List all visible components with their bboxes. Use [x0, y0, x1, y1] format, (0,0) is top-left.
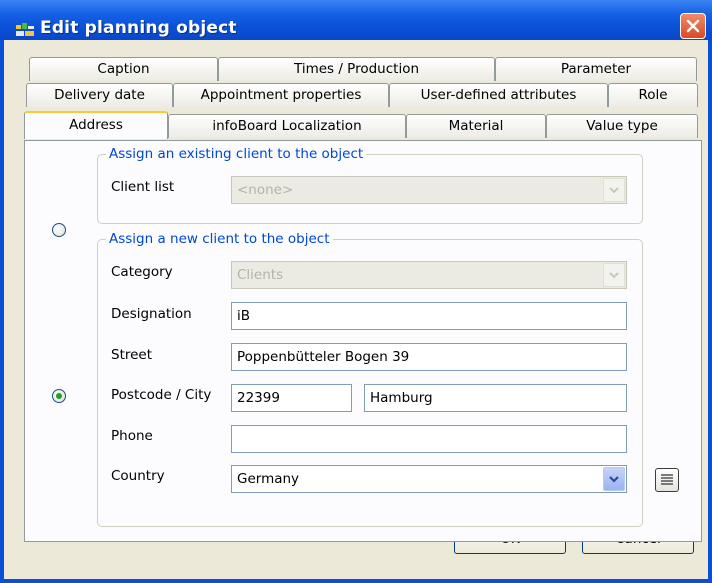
client-list-label: Client list [111, 179, 175, 195]
tab-value-type[interactable]: Value type [546, 114, 698, 138]
existing-client-radio[interactable] [52, 223, 66, 237]
tab-material[interactable]: Material [406, 114, 546, 138]
dialog-window: Edit planning object Caption Times / Pro… [0, 0, 712, 583]
country-dropdown-button[interactable] [603, 467, 625, 491]
phone-label: Phone [111, 428, 153, 444]
phone-field[interactable] [231, 425, 627, 453]
tab-times-production[interactable]: Times / Production [218, 57, 495, 81]
tab-address[interactable]: Address [24, 111, 168, 139]
chevron-down-icon [609, 272, 619, 279]
tab-infoboard-localization[interactable]: infoBoard Localization [168, 114, 406, 138]
country-label: Country [111, 468, 165, 484]
category-dropdown[interactable]: Clients [231, 261, 627, 289]
list-icon [661, 474, 673, 485]
category-label: Category [111, 264, 173, 280]
country-dropdown[interactable]: Germany [231, 465, 627, 493]
new-client-radio[interactable] [52, 389, 66, 403]
tab-appointment-properties[interactable]: Appointment properties [173, 83, 389, 107]
street-field[interactable]: Poppenbütteler Bogen 39 [231, 343, 627, 371]
client-list-dropdown[interactable]: <none> [231, 176, 627, 204]
title-bar[interactable]: Edit planning object [0, 0, 712, 40]
new-client-legend: Assign a new client to the object [109, 231, 330, 247]
planning-object-icon [16, 23, 34, 36]
designation-field[interactable]: iB [231, 302, 627, 330]
tab-parameter[interactable]: Parameter [495, 57, 697, 81]
postcode-field[interactable]: 22399 [231, 384, 352, 412]
client-list-dropdown-button[interactable] [603, 178, 625, 202]
tab-user-defined-attributes[interactable]: User-defined attributes [389, 83, 608, 107]
existing-client-legend: Assign an existing client to the object [109, 146, 364, 162]
dialog-body: Caption Times / Production Parameter Del… [4, 40, 708, 579]
category-dropdown-button[interactable] [603, 263, 625, 287]
tab-delivery-date[interactable]: Delivery date [26, 83, 173, 107]
country-list-button[interactable] [655, 468, 679, 492]
designation-label: Designation [111, 306, 192, 322]
chevron-down-icon [609, 476, 619, 483]
category-value: Clients [237, 267, 284, 283]
tab-caption[interactable]: Caption [29, 57, 218, 81]
close-icon [686, 19, 700, 33]
tab-role[interactable]: Role [608, 83, 698, 107]
city-field[interactable]: Hamburg [364, 384, 627, 412]
client-list-value: <none> [237, 182, 294, 198]
postcode-city-label: Postcode / City [111, 387, 212, 403]
window-title: Edit planning object [40, 18, 237, 38]
chevron-down-icon [609, 187, 619, 194]
street-label: Street [111, 347, 153, 363]
address-tab-panel: Assign an existing client to the object … [24, 140, 702, 542]
close-button[interactable] [680, 13, 706, 39]
radio-selected-dot [56, 393, 62, 399]
country-value: Germany [237, 471, 300, 487]
